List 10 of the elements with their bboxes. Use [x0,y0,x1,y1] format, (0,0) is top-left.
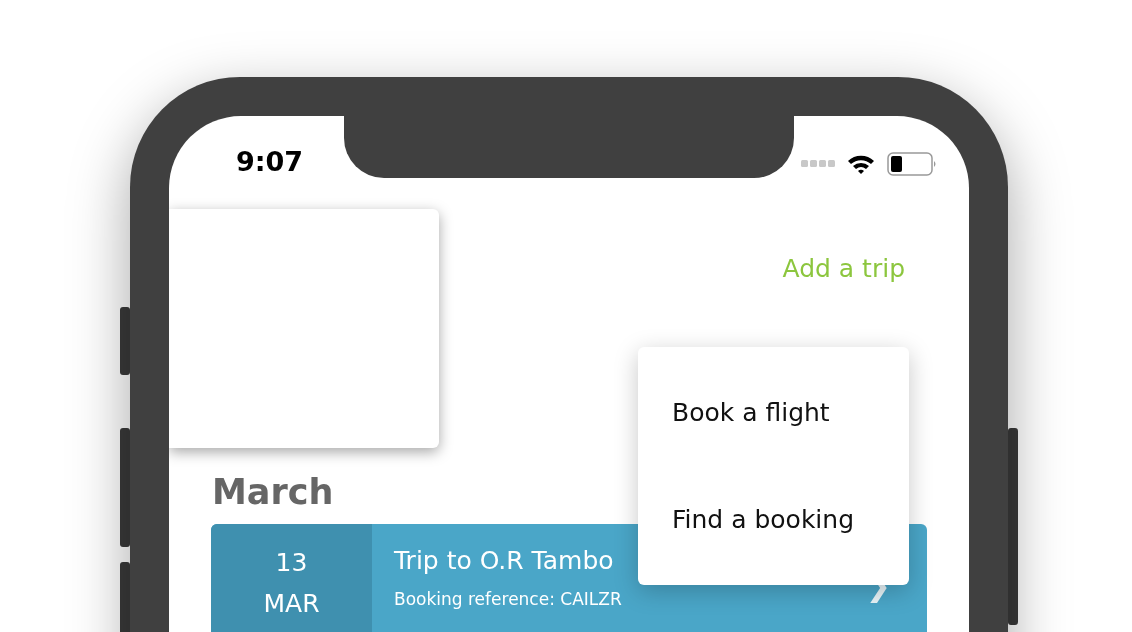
booking-reference: Booking reference: CAILZR [394,589,622,609]
trip-title: Trip to O.R Tambo [394,546,614,575]
battery-icon [887,152,937,176]
signal-icon [801,160,835,168]
month-heading: March [212,472,335,512]
trip-month: MAR [263,589,320,618]
status-time: 9:07 [236,146,304,177]
trip-day: 13 [275,548,308,577]
menu-item[interactable]: Book a flight [638,398,909,427]
wifi-icon [847,154,875,174]
